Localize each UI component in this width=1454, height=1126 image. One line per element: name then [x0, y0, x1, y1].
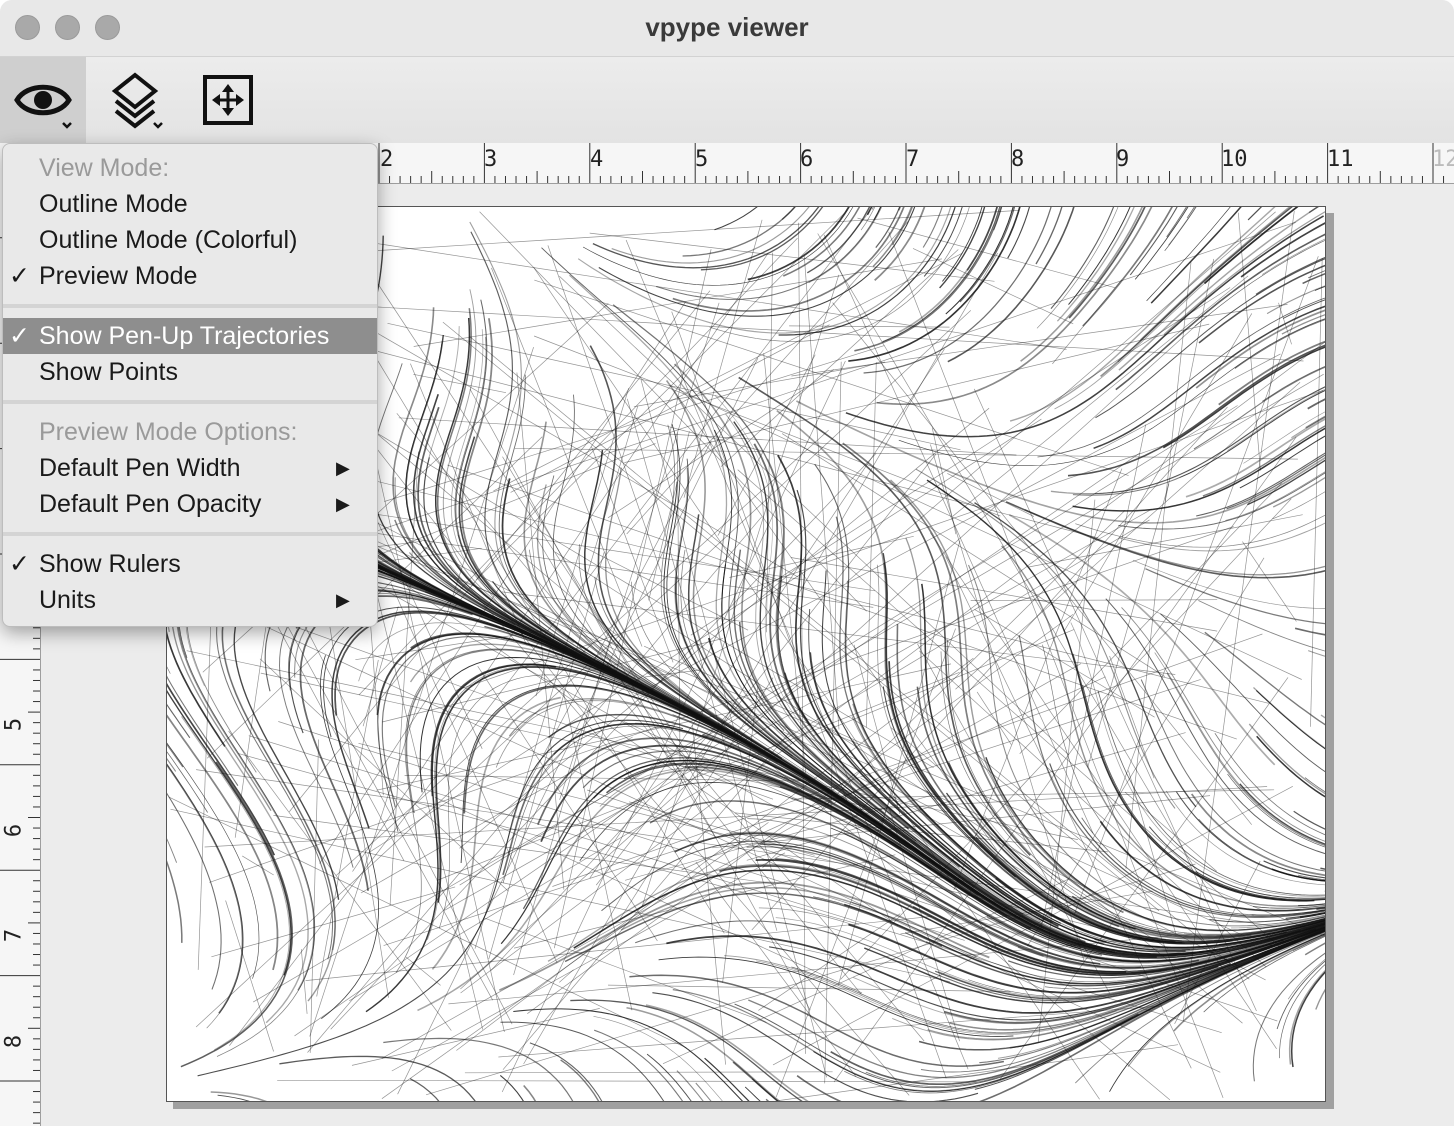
submenu-arrow-icon: ▶	[336, 590, 350, 610]
vruler-label-7: 7	[1, 928, 27, 943]
hruler-label-2: 2	[380, 147, 394, 172]
layers-icon	[111, 72, 163, 129]
fit-to-page-button[interactable]	[185, 57, 271, 143]
menu-item-outline-mode[interactable]: Outline Mode	[3, 186, 377, 222]
menu-header-preview-options: Preview Mode Options:	[39, 418, 298, 446]
view-mode-menu: View Mode: Outline Mode Outline Mode (Co…	[2, 143, 378, 627]
submenu-arrow-icon: ▶	[336, 494, 350, 514]
submenu-arrow-icon: ▶	[336, 458, 350, 478]
fit-to-page-icon	[203, 75, 253, 125]
hruler-label-11: 11	[1327, 147, 1354, 172]
hruler-label-5: 5	[695, 147, 709, 172]
menu-item-default-pen-opacity[interactable]: Default Pen Opacity ▶	[3, 486, 377, 522]
checkmark-icon: ✓	[9, 262, 30, 290]
eye-icon	[14, 84, 72, 129]
menu-item-show-pen-up-trajectories[interactable]: ✓ Show Pen-Up Trajectories	[3, 318, 377, 354]
hruler-label-9: 9	[1116, 147, 1130, 172]
menu-item-show-rulers[interactable]: ✓ Show Rulers	[3, 546, 377, 582]
toolbar	[0, 57, 1454, 143]
hruler-label-10: 10	[1221, 147, 1248, 172]
hruler-label-4: 4	[590, 147, 604, 172]
layers-button[interactable]	[92, 57, 178, 143]
menu-item-default-pen-width[interactable]: Default Pen Width ▶	[3, 450, 377, 486]
menu-item-preview-mode[interactable]: ✓ Preview Mode	[3, 258, 377, 294]
checkmark-icon: ✓	[9, 322, 30, 350]
vruler-label-6: 6	[1, 823, 27, 838]
window-title: vpype viewer	[645, 12, 809, 42]
hruler-label-7: 7	[906, 147, 920, 172]
checkmark-icon: ✓	[9, 550, 30, 578]
viewer-window: vpype viewer 2 3 4 5 6 7 8 9 10 11 1 5 6…	[0, 0, 1454, 1126]
menu-item-outline-mode-colorful[interactable]: Outline Mode (Colorful)	[3, 222, 377, 258]
hruler-label-8: 8	[1011, 147, 1025, 172]
hruler-label-3: 3	[484, 147, 498, 172]
vruler-label-5: 5	[1, 717, 27, 732]
menu-separator	[3, 304, 377, 308]
hruler-label-12: 12	[1432, 147, 1454, 172]
title-bar: vpype viewer	[0, 0, 1454, 57]
menu-separator	[3, 532, 377, 536]
menu-separator	[3, 400, 377, 404]
menu-item-units[interactable]: Units ▶	[3, 582, 377, 618]
hruler-label-6: 6	[800, 147, 814, 172]
menu-header-view-mode: View Mode:	[39, 154, 170, 182]
vruler-label-8: 8	[1, 1034, 27, 1049]
menu-item-show-points[interactable]: Show Points	[3, 354, 377, 390]
view-mode-button[interactable]	[0, 57, 86, 143]
